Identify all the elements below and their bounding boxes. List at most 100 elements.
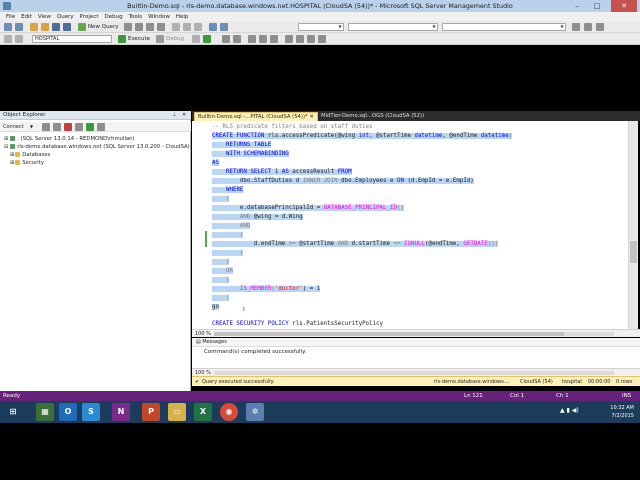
paste-icon[interactable] [194, 23, 202, 31]
activity-monitor-icon[interactable] [97, 123, 105, 131]
results-horizontal-scrollbar[interactable] [214, 371, 614, 375]
tab-builtin-demo[interactable]: Builtin-Demo.sql -...PITAL (CloudSA (54)… [194, 112, 318, 121]
uncomment-icon[interactable] [296, 35, 304, 43]
filter-icon[interactable] [75, 123, 83, 131]
save-all-icon[interactable] [63, 23, 71, 31]
menu-help[interactable]: Help [176, 14, 189, 20]
new-query-icon[interactable] [78, 23, 86, 31]
change-connection-icon[interactable] [15, 35, 23, 43]
results-to-file-icon[interactable] [270, 35, 278, 43]
open-file-icon[interactable] [41, 23, 49, 31]
increase-indent-icon[interactable] [318, 35, 326, 43]
tree-item-rls-server[interactable]: ⊟ rls-demo.database.windows.net (SQL Serv… [4, 144, 190, 151]
copy-icon[interactable] [183, 23, 191, 31]
execute-icon[interactable] [118, 35, 126, 43]
execute-button[interactable]: Execute [128, 33, 150, 45]
results-to-text-icon[interactable] [248, 35, 256, 43]
debug-icon[interactable] [156, 35, 164, 43]
menu-window[interactable]: Window [148, 14, 170, 20]
taskbar-onenote[interactable]: N [112, 403, 130, 421]
connect-dropdown-icon[interactable]: ▼ [30, 122, 33, 132]
start-button[interactable]: ⊞ [4, 403, 22, 421]
database-select[interactable]: HOSPITAL [32, 35, 112, 43]
taskbar-chrome[interactable]: ◉ [220, 403, 238, 421]
estimated-plan-icon[interactable] [222, 35, 230, 43]
menu-file[interactable]: File [6, 14, 15, 20]
redo-icon[interactable] [220, 23, 228, 31]
decrease-indent-icon[interactable] [307, 35, 315, 43]
tab-close-icon[interactable]: ✕ [309, 114, 313, 120]
object-explorer-toolbar: Connect ▼ [0, 122, 191, 132]
cut-icon[interactable] [172, 23, 180, 31]
new-query-button[interactable]: New Query [88, 21, 118, 33]
db-engine-query-icon[interactable] [124, 23, 132, 31]
minimize-button[interactable]: – [568, 0, 586, 12]
back-icon[interactable] [4, 23, 12, 31]
database-name: hospital [562, 379, 582, 385]
menu-bar: File Edit View Query Project Debug Tools… [0, 12, 640, 21]
scroll-thumb[interactable] [630, 241, 637, 263]
expand-icon[interactable]: ⊞ [10, 160, 14, 166]
text-cursor-icon: I [243, 306, 245, 313]
undo-icon[interactable] [209, 23, 217, 31]
scroll-thumb[interactable] [214, 332, 564, 336]
maximize-button[interactable]: □ [588, 0, 606, 12]
save-icon[interactable] [52, 23, 60, 31]
close-button[interactable]: ✕ [611, 0, 637, 12]
editor-gutter [192, 121, 209, 329]
expand-icon[interactable]: ⊞ [4, 136, 8, 142]
tree-item-local-server[interactable]: ⊞. (SQL Server 13.0.14 - REDMOND\rhmulla… [4, 136, 135, 143]
tab-midtier-demo[interactable]: MidTier-Demo.sql...OGS (CloudSA (52)) [318, 112, 427, 121]
expand-icon[interactable]: ⊞ [10, 152, 14, 158]
connect-button[interactable]: Connect [3, 122, 24, 132]
taskbar-outlook[interactable]: O [59, 403, 77, 421]
results-to-grid-icon[interactable] [259, 35, 267, 43]
xmla-query-icon[interactable] [157, 23, 165, 31]
connect-server-icon[interactable] [42, 123, 50, 131]
taskbar-excel[interactable]: X [194, 403, 212, 421]
parse-icon[interactable] [203, 35, 211, 43]
panel-close-icon[interactable]: ✕ [182, 111, 186, 120]
query-designer-icon[interactable] [233, 35, 241, 43]
forward-icon[interactable] [15, 23, 23, 31]
taskbar-ssms[interactable]: ✲ [246, 403, 264, 421]
menu-debug[interactable]: Debug [104, 14, 122, 20]
collapse-icon[interactable]: ⊟ [4, 144, 8, 150]
tree-item-databases[interactable]: ⊞ Databases [10, 152, 50, 159]
platform-combo[interactable]: ▼ [348, 23, 438, 31]
messages-tab[interactable]: ▤ Messages [196, 338, 227, 347]
results-zoom-bar: 100 % [192, 368, 640, 376]
refresh-icon[interactable] [86, 123, 94, 131]
find-in-files-icon[interactable] [572, 23, 580, 31]
taskbar-file-explorer[interactable]: ▭ [168, 403, 186, 421]
tray-icons[interactable]: ▲ ▮ ◀) [560, 407, 579, 414]
properties-icon[interactable] [584, 23, 592, 31]
find-combo[interactable]: ▼ [442, 23, 566, 31]
menu-edit[interactable]: Edit [21, 14, 32, 20]
tree-item-security[interactable]: ⊞ Security [10, 160, 44, 167]
editor-horizontal-scrollbar[interactable] [214, 332, 614, 336]
menu-query[interactable]: Query [57, 14, 74, 20]
solution-config-combo[interactable]: ▼ [298, 23, 344, 31]
comment-icon[interactable] [285, 35, 293, 43]
taskbar-powerpoint[interactable]: P [142, 403, 160, 421]
toolbox-icon[interactable] [596, 23, 604, 31]
editor-zoom-level[interactable]: 100 % [195, 330, 211, 338]
new-project-icon[interactable] [30, 23, 38, 31]
taskbar-app-1[interactable]: ▦ [36, 403, 54, 421]
menu-tools[interactable]: Tools [129, 14, 143, 20]
debug-button[interactable]: Debug [166, 33, 184, 45]
stop-icon[interactable] [64, 123, 72, 131]
menu-project[interactable]: Project [80, 14, 99, 20]
editor-vertical-scrollbar[interactable] [628, 121, 638, 329]
disconnect-icon[interactable] [53, 123, 61, 131]
mdx-query-icon[interactable] [146, 23, 154, 31]
cancel-query-icon[interactable] [192, 35, 200, 43]
taskbar-skype[interactable]: S [82, 403, 100, 421]
code-line: RETURN SELECT 1 AS accessResult FROM [212, 168, 352, 177]
analysis-query-icon[interactable] [135, 23, 143, 31]
pin-icon[interactable]: ⊥ [172, 111, 176, 120]
connect-icon[interactable] [4, 35, 12, 43]
system-clock[interactable]: 10:32 AM 7/2/2015 [610, 404, 634, 420]
menu-view[interactable]: View [38, 14, 51, 20]
